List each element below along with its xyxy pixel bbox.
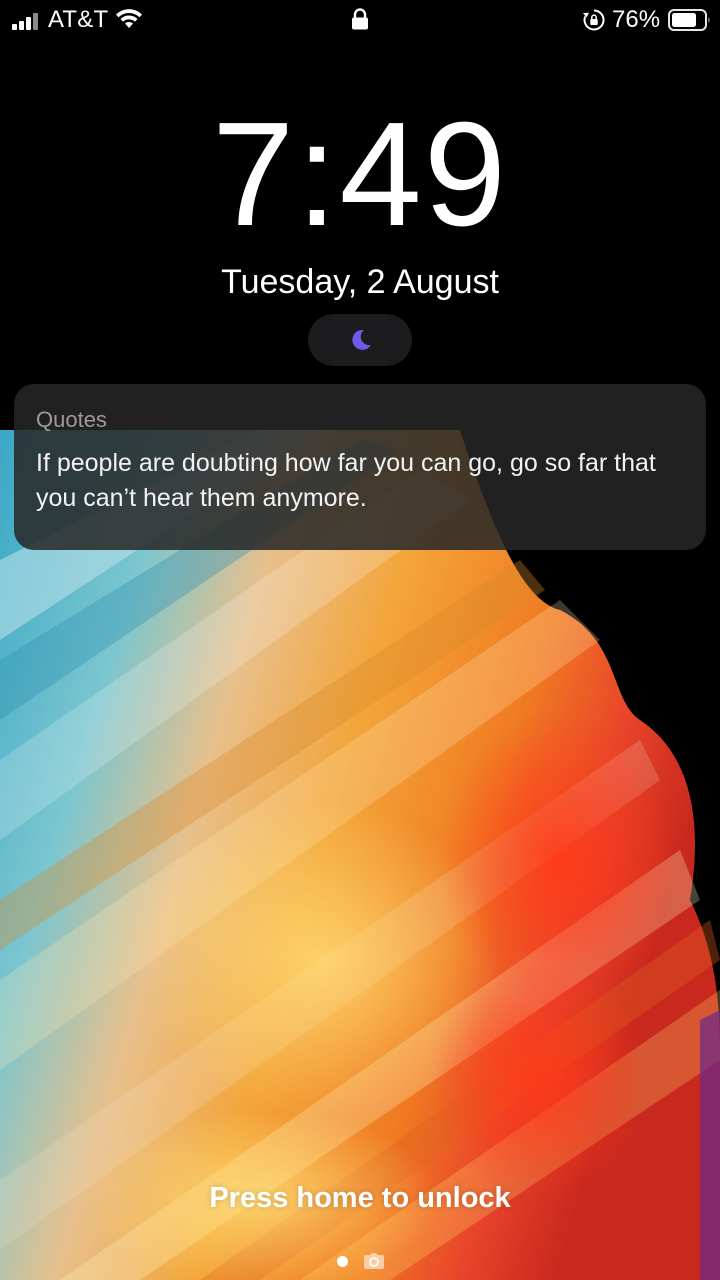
lock-icon: [352, 8, 368, 30]
signal-icon: [12, 12, 42, 30]
rotation-lock-icon: [583, 9, 605, 31]
status-bar: AT&T 76%: [0, 0, 720, 44]
battery-icon: [668, 9, 710, 31]
battery-percentage: 76%: [612, 6, 661, 33]
notification-app-name: Quotes: [36, 407, 107, 432]
lock-screen: AT&T 76% 7:49 Tuesday, 2 August Quotes I…: [0, 0, 720, 1280]
wifi-icon: [116, 9, 142, 28]
notification-body: If people are doubting how far you can g…: [36, 449, 656, 512]
focus-mode-indicator[interactable]: [308, 314, 412, 366]
moon-icon: [352, 329, 371, 350]
page-dot: [337, 1256, 348, 1267]
carrier-label: AT&T: [48, 6, 109, 33]
camera-icon[interactable]: [363, 1252, 385, 1270]
lock-screen-time: 7:49: [211, 92, 509, 257]
lock-screen-date: Tuesday, 2 August: [221, 263, 499, 301]
unlock-hint: Press home to unlock: [209, 1182, 511, 1214]
quote-notification[interactable]: Quotes If people are doubting how far yo…: [14, 384, 706, 550]
